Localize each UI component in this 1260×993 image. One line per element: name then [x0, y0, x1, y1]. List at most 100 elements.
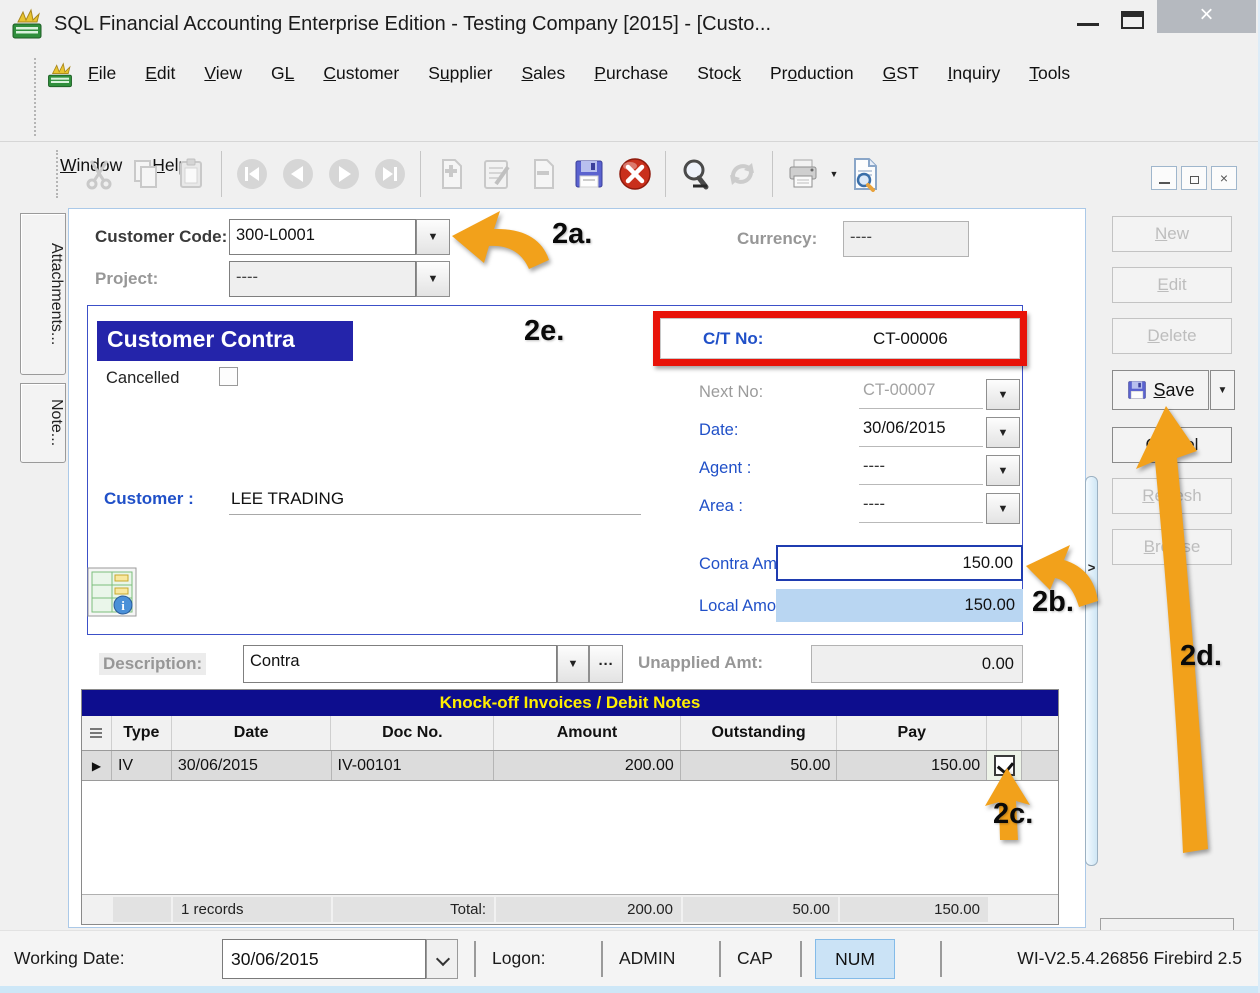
paste-icon [168, 150, 214, 198]
menu-item-sales[interactable]: Sales [519, 60, 567, 87]
customer-code-input[interactable]: 300-L0001 [229, 219, 416, 255]
grid-menu-icon[interactable] [82, 716, 112, 750]
title-bar: SQL Financial Accounting Enterprise Edit… [0, 0, 1260, 48]
save-dropdown-icon[interactable]: ▼ [1210, 370, 1235, 410]
maximize-icon[interactable] [1121, 11, 1144, 29]
currency-label: Currency: [737, 229, 817, 249]
status-separator [601, 941, 603, 977]
cancelled-label: Cancelled [106, 369, 179, 388]
calculator-info-icon[interactable]: i [87, 567, 137, 617]
column-header-pay[interactable]: Pay [837, 716, 987, 750]
menu-item-supplier[interactable]: Supplier [426, 60, 494, 87]
save-icon[interactable] [566, 150, 612, 198]
cell-pay: 150.00 [837, 751, 987, 780]
table-row[interactable]: ▶ IV 30/06/2015 IV-00101 200.00 50.00 15… [82, 751, 1058, 781]
ct-no-row: C/T No: CT-00006 [660, 318, 1020, 359]
menu-item-view[interactable]: View [202, 60, 244, 87]
cancel-icon[interactable] [612, 150, 658, 198]
toolbar: ▼ [0, 142, 1260, 206]
menu-item-gst[interactable]: GST [881, 60, 921, 87]
menu-item-tools[interactable]: Tools [1027, 60, 1072, 87]
customer-code-label: Customer Code: [95, 227, 227, 247]
project-dropdown-icon[interactable]: ▼ [416, 261, 450, 297]
column-header-filler [1022, 716, 1058, 750]
currency-input: ---- [843, 221, 969, 257]
splitter-chevron-icon[interactable]: > [1085, 560, 1098, 575]
find-icon[interactable] [673, 150, 719, 198]
cell-docno: IV-00101 [332, 751, 495, 780]
menu-item-inquiry[interactable]: Inquiry [946, 60, 1003, 87]
toolbar-drag-handle[interactable] [56, 150, 58, 198]
menu-item-edit[interactable]: Edit [143, 60, 177, 87]
working-date-label: Working Date: [14, 948, 125, 969]
cancel-button[interactable]: Cancel [1112, 427, 1232, 463]
preview-icon[interactable] [842, 150, 888, 198]
menu-item-purchase[interactable]: Purchase [592, 60, 670, 87]
print-icon[interactable] [780, 150, 826, 198]
menu-drag-handle[interactable] [34, 58, 36, 136]
new-button: New [1112, 216, 1232, 252]
agent-field[interactable] [859, 455, 983, 485]
menu-item-stock[interactable]: Stock [695, 60, 743, 87]
menu-item-file[interactable]: File [86, 60, 118, 87]
date-field[interactable] [859, 417, 983, 447]
footer-outstanding: 50.00 [683, 897, 838, 922]
customer-field [229, 487, 641, 515]
cell-filler [1022, 751, 1058, 780]
menu-item-customer[interactable]: Customer [321, 60, 401, 87]
save-button[interactable]: Save [1112, 370, 1209, 410]
window-bottom-edge [0, 986, 1260, 993]
panel-splitter[interactable] [1085, 476, 1098, 866]
note-tab[interactable]: Note... [20, 383, 66, 463]
attachments-tab[interactable]: Attachments... [20, 213, 66, 375]
grid-footer-row: 1 records Total: 200.00 50.00 150.00 [82, 894, 1058, 924]
description-input[interactable]: Contra [243, 645, 557, 683]
area-field[interactable] [859, 493, 983, 523]
knockoff-grid: Knock-off Invoices / Debit Notes Type Da… [81, 689, 1059, 925]
toolbar-separator [420, 151, 421, 197]
agent-label: Agent : [699, 459, 751, 478]
description-ellipsis-icon[interactable]: ··· [589, 645, 623, 683]
svg-text:i: i [121, 598, 125, 613]
menu-item-gl[interactable]: GL [269, 60, 296, 87]
version-text: WI-V2.5.4.26856 Firebird 2.5 [950, 948, 1242, 969]
column-header-outstanding[interactable]: Outstanding [681, 716, 838, 750]
column-header-amount[interactable]: Amount [494, 716, 681, 750]
working-date-input[interactable]: 30/06/2015 [222, 939, 426, 979]
close-icon[interactable]: × [1157, 0, 1256, 33]
copy-icon [122, 150, 168, 198]
agent-dropdown-icon[interactable]: ▼ [986, 455, 1020, 486]
menu-bar: File Edit View GL Customer Supplier Sale… [0, 48, 1260, 142]
unapplied-amt-label: Unapplied Amt: [638, 653, 763, 673]
browse-button: Browse [1112, 529, 1232, 565]
status-separator [474, 941, 476, 977]
column-header-docno[interactable]: Doc No. [331, 716, 494, 750]
menu-app-icon [46, 62, 74, 90]
logon-label: Logon: [492, 948, 546, 969]
minimize-icon[interactable] [1077, 23, 1099, 26]
annotation-arrow-2d [1136, 406, 1208, 853]
column-header-type[interactable]: Type [112, 716, 172, 750]
delete-button: Delete [1112, 318, 1232, 354]
customer-code-dropdown-icon[interactable]: ▼ [416, 219, 450, 255]
customer-label: Customer : [104, 489, 194, 509]
ct-no-label: C/T No: [703, 329, 763, 349]
project-input: ---- [229, 261, 416, 297]
contra-amount-input[interactable]: 150.00 [776, 545, 1023, 581]
cell-outstanding: 50.00 [681, 751, 838, 780]
description-dropdown-icon[interactable]: ▼ [557, 645, 589, 683]
num-lock-indicator: NUM [815, 939, 895, 979]
unapplied-amt-field: 0.00 [811, 645, 1023, 683]
ct-no-value: CT-00006 [873, 329, 948, 349]
toolbar-separator [665, 151, 666, 197]
working-date-dropdown-icon[interactable] [426, 939, 458, 979]
menu-item-production[interactable]: Production [768, 60, 856, 87]
pay-checkbox[interactable] [994, 755, 1015, 776]
cancelled-checkbox[interactable] [219, 367, 238, 386]
print-dropdown-icon[interactable]: ▼ [826, 169, 842, 179]
area-dropdown-icon[interactable]: ▼ [986, 493, 1020, 524]
column-header-date[interactable]: Date [172, 716, 332, 750]
date-dropdown-icon[interactable]: ▼ [986, 417, 1020, 448]
next-no-dropdown-icon[interactable]: ▼ [986, 379, 1020, 410]
application-window: SQL Financial Accounting Enterprise Edit… [0, 0, 1260, 993]
